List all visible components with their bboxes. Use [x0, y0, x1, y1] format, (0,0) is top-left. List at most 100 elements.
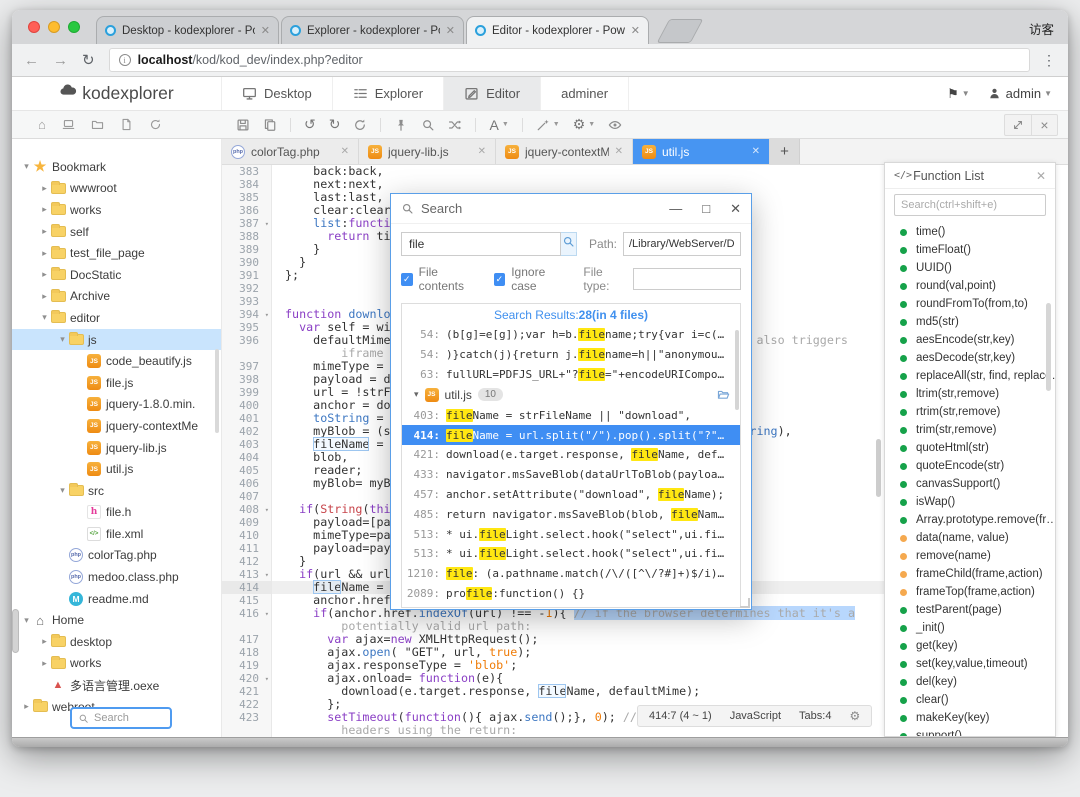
function-item[interactable]: frameTop(frame,action) [885, 583, 1055, 601]
header-tab-desktop[interactable]: Desktop [222, 77, 333, 110]
search-query-input[interactable] [401, 232, 561, 256]
close-icon[interactable]: ✕ [446, 24, 455, 37]
search-result-row[interactable]: 63:fullURL=PDFJS_URL+"?file="+encodeURIC… [402, 365, 740, 385]
gear-button[interactable]: ⚙▼ [573, 116, 596, 133]
chevron-right-icon[interactable]: ▸ [38, 269, 51, 280]
editor-tab[interactable]: phpcolorTag.php✕ [222, 139, 359, 164]
function-search-input[interactable] [901, 199, 1039, 211]
tree-item-test_file_page[interactable]: ▸test_file_page [12, 242, 221, 264]
tab-size[interactable]: Tabs:4 [799, 710, 831, 722]
resize-handle[interactable] [740, 598, 750, 608]
function-list-scrollbar[interactable] [1046, 303, 1051, 391]
open-folder-icon[interactable] [717, 388, 730, 401]
tree-item-readme.md[interactable]: Mreadme.md [12, 588, 221, 610]
redo-button[interactable]: ↻ [329, 116, 341, 133]
function-item[interactable]: time() [885, 223, 1055, 241]
tree-item-medoo.class.php[interactable]: phpmedoo.class.php [12, 566, 221, 588]
tree-item-Archive[interactable]: ▸Archive [12, 286, 221, 308]
function-item[interactable]: set(key,value,timeout) [885, 655, 1055, 673]
expand-button[interactable] [1005, 115, 1031, 135]
new-tab-button[interactable] [657, 19, 704, 43]
function-item[interactable]: canvasSupport() [885, 475, 1055, 493]
tree-item-DocStatic[interactable]: ▸DocStatic [12, 264, 221, 286]
function-item[interactable]: quoteHtml(str) [885, 439, 1055, 457]
file-button[interactable] [120, 117, 133, 132]
save-button[interactable] [236, 118, 250, 132]
search-result-row[interactable]: 513:* ui.fileLight.select.hook("select",… [402, 524, 740, 544]
search-result-row[interactable]: 485:return navigator.msSaveBlob(blob, fi… [402, 504, 740, 524]
tree-item-Home[interactable]: ▾⌂Home [12, 609, 221, 631]
function-item[interactable]: support() [885, 727, 1055, 737]
editor-scrollbar[interactable] [876, 439, 881, 497]
editor-tab[interactable]: JSjquery-contextMer✕ [496, 139, 633, 164]
chevron-right-icon[interactable]: ▸ [38, 226, 51, 237]
app-logo[interactable]: kodexplorer [12, 77, 222, 110]
laptop-button[interactable] [62, 117, 75, 132]
checkbox-checked-icon[interactable]: ✓ [494, 273, 506, 286]
results-scrollbar[interactable] [735, 330, 739, 410]
sync-button[interactable] [353, 118, 367, 132]
minimize-window-button[interactable] [48, 21, 60, 33]
close-button[interactable]: × [1031, 115, 1057, 135]
back-icon[interactable]: ← [24, 52, 39, 69]
eye-button[interactable] [608, 118, 622, 132]
function-item[interactable]: clear() [885, 691, 1055, 709]
browser-tab[interactable]: Editor - kodexplorer - Powered✕ [466, 16, 649, 44]
search-path-input[interactable] [623, 232, 741, 256]
editor-tab[interactable]: JSjquery-lib.js✕ [359, 139, 496, 164]
function-item[interactable]: del(key) [885, 673, 1055, 691]
search-dialog-titlebar[interactable]: Search — □ ✕ [391, 194, 751, 224]
search-result-row[interactable]: 513:* ui.fileLight.select.hook("select",… [402, 544, 740, 564]
tree-item-jquery-contextMe[interactable]: JSjquery-contextMe [12, 415, 221, 437]
tree-item-code_beautify.js[interactable]: JScode_beautify.js [12, 350, 221, 372]
tree-item-多语言管理.oexe[interactable]: ▲多语言管理.oexe [12, 674, 221, 696]
tree-search-input[interactable]: Search [70, 707, 172, 729]
chevron-right-icon[interactable]: ▸ [38, 204, 51, 215]
tree-item-colorTag.php[interactable]: phpcolorTag.php [12, 545, 221, 567]
sidebar-scrollbar[interactable] [215, 349, 219, 433]
chevron-down-icon[interactable]: ▾ [38, 312, 51, 323]
tree-item-editor[interactable]: ▾editor [12, 307, 221, 329]
close-icon[interactable]: ✕ [478, 146, 486, 157]
close-icon[interactable]: ✕ [631, 24, 640, 37]
tree-item-jquery-1.8.0.min.[interactable]: JSjquery-1.8.0.min. [12, 394, 221, 416]
url-bar[interactable]: i localhost/kod/kod_dev/index.php?editor [109, 48, 1030, 72]
header-tab-editor[interactable]: Editor [444, 77, 541, 110]
tree-item-works[interactable]: ▸works [12, 199, 221, 221]
sync-button[interactable] [149, 117, 162, 132]
function-item[interactable]: frameChild(frame,action) [885, 565, 1055, 583]
paste-button[interactable] [263, 118, 277, 132]
home-button[interactable]: ⌂ [38, 117, 46, 132]
function-item[interactable]: quoteEncode(str) [885, 457, 1055, 475]
chevron-right-icon[interactable]: ▸ [20, 701, 33, 712]
function-item[interactable]: trim(str,remove) [885, 421, 1055, 439]
tree-item-file.js[interactable]: JSfile.js [12, 372, 221, 394]
chevron-right-icon[interactable]: ▸ [38, 183, 51, 194]
chevron-right-icon[interactable]: ▸ [38, 291, 51, 302]
search-result-row[interactable]: 414:fileName = url.split("/").pop().spli… [402, 425, 740, 445]
maximize-icon[interactable]: □ [702, 201, 710, 216]
search-submit-button[interactable] [561, 232, 577, 256]
forward-icon[interactable]: → [53, 52, 68, 69]
browser-tab[interactable]: Explorer - kodexplorer - Power✕ [281, 16, 464, 44]
function-item[interactable]: aesEncode(str,key) [885, 331, 1055, 349]
search-result-row[interactable]: 2089:profile:function() {} [402, 584, 740, 604]
close-icon[interactable]: ✕ [615, 146, 623, 157]
close-icon[interactable]: ✕ [1036, 169, 1046, 183]
chevron-right-icon[interactable]: ▸ [38, 658, 51, 669]
function-item[interactable]: roundFromTo(from,to) [885, 295, 1055, 313]
browser-menu-icon[interactable]: ⋮ [1042, 52, 1056, 69]
search-result-row[interactable]: 54:)}catch(j){return j.filename=h||"anon… [402, 345, 740, 365]
chevron-down-icon[interactable]: ▾ [56, 334, 69, 345]
tree-item-wwwroot[interactable]: ▸wwwroot [12, 178, 221, 200]
search-result-row[interactable]: 457:anchor.setAttribute("download", file… [402, 485, 740, 505]
function-item[interactable]: aesDecode(str,key) [885, 349, 1055, 367]
close-icon[interactable]: ✕ [752, 146, 760, 157]
function-item[interactable]: remove(name) [885, 547, 1055, 565]
close-window-button[interactable] [28, 21, 40, 33]
fontA-button[interactable]: A▼ [489, 117, 508, 133]
function-item[interactable]: ltrim(str,remove) [885, 385, 1055, 403]
tree-item-file.h[interactable]: hfile.h [12, 502, 221, 524]
close-icon[interactable]: ✕ [341, 146, 349, 157]
chevron-down-icon[interactable]: ▾ [414, 389, 419, 400]
